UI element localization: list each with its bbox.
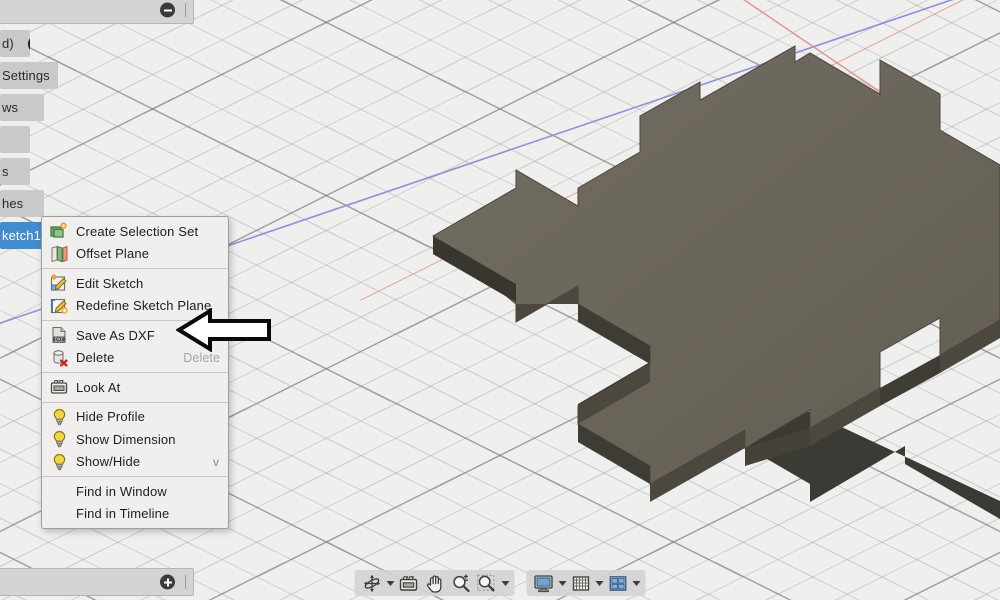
fit-window-icon[interactable] [474,572,500,594]
menu-item-delete[interactable]: Delete Delete [42,347,228,370]
delete-icon [48,348,70,368]
world-axis-x [360,0,1000,301]
menu-separator [42,372,228,373]
sidebar-item-label: Settings [2,68,50,83]
create-selection-set-icon [48,221,70,241]
sidebar-item-label: d) [2,36,14,51]
menu-item-label: Save As DXF [76,327,155,343]
menu-separator [42,320,228,321]
edit-sketch-icon [48,273,70,293]
menu-item-find-in-timeline[interactable]: Find in Timeline [42,503,228,526]
lightbulb-icon [48,429,70,449]
sidebar-item-document[interactable]: d) [0,30,30,57]
menu-item-hide-profile[interactable]: Hide Profile [42,406,228,429]
sidebar-item-label: ws [2,100,19,115]
look-at-camera-icon[interactable] [396,572,422,594]
orbit-dropdown-caret-icon[interactable] [385,572,396,594]
display-settings-monitor-icon[interactable] [531,572,557,594]
menu-item-look-at[interactable]: Look At [42,376,228,399]
orbit-icon[interactable] [359,572,385,594]
svg-text:DXF: DXF [54,337,63,342]
lightbulb-icon [48,407,70,427]
sidebar-item-label: hes [2,196,24,211]
plus-circle-icon[interactable] [160,574,175,590]
submenu-chevron-icon: v [213,454,219,469]
menu-item-show-hide[interactable]: Show/Hide v [42,451,228,474]
sidebar-item-named-views[interactable]: ws [0,94,44,121]
pan-hand-icon[interactable] [422,572,448,594]
panel-resize-grip-bottom[interactable] [185,575,189,589]
viewport-layout-icon[interactable] [605,572,631,594]
navigation-toolbar[interactable] [354,570,646,596]
fit-dropdown-caret-icon[interactable] [500,572,511,594]
sidebar-item-label: s [2,164,9,179]
menu-item-label: Redefine Sketch Plane [76,298,212,314]
radio-target-icon[interactable] [28,34,30,53]
lightbulb-icon [48,452,70,472]
menu-item-label: Show Dimension [76,431,176,447]
sidebar-item-document-settings[interactable]: Settings [0,62,58,89]
browser-panel-bottom-bar[interactable] [0,568,194,596]
dxf-file-icon: DXF [48,325,70,345]
menu-item-label: Edit Sketch [76,275,144,291]
cad-application-window: d) Settings ws s hes ketch1 Create Selec… [0,0,1000,600]
menu-item-label: Show/Hide [76,454,141,470]
menu-item-edit-sketch[interactable]: Edit Sketch [42,272,228,295]
sidebar-item-sketches[interactable]: hes [0,190,44,217]
menu-item-label: Delete [76,350,115,366]
sidebar-item-label: ketch1 [2,228,41,243]
browser-panel-top-bar[interactable] [0,0,194,24]
menu-item-label: Find in Window [76,483,167,499]
sidebar-item-origin[interactable] [0,126,30,153]
menu-item-redefine-sketch-plane[interactable]: Redefine Sketch Plane [42,295,228,318]
layout-dropdown-caret-icon[interactable] [631,572,642,594]
menu-item-shortcut: Delete [183,350,220,365]
redefine-sketch-plane-icon [48,296,70,316]
menu-separator [42,401,228,403]
menu-separator [42,268,228,269]
sidebar-item-bodies[interactable]: s [0,158,30,185]
menu-item-find-in-window[interactable]: Find in Window [42,480,228,503]
look-at-icon [48,377,70,397]
menu-item-create-selection-set[interactable]: Create Selection Set [42,220,228,243]
nav-group-view-controls [354,570,515,596]
grid-snaps-icon[interactable] [568,572,594,594]
menu-item-label: Offset Plane [76,246,150,262]
grid-dropdown-caret-icon[interactable] [594,572,605,594]
offset-plane-icon [48,244,70,264]
menu-item-label: Look At [76,379,121,395]
zoom-magnifier-icon[interactable] [448,572,474,594]
minus-circle-icon[interactable] [160,2,175,18]
menu-item-label: Hide Profile [76,409,145,425]
nav-group-display-controls [526,570,646,596]
menu-item-label: Find in Timeline [76,506,170,522]
panel-resize-grip[interactable] [185,3,189,17]
menu-separator [42,476,228,477]
context-menu[interactable]: Create Selection Set Offset Plane Edit S… [41,216,229,529]
display-dropdown-caret-icon[interactable] [557,572,568,594]
menu-item-save-as-dxf[interactable]: DXF Save As DXF [42,324,228,347]
menu-item-label: Create Selection Set [76,223,199,239]
menu-item-offset-plane[interactable]: Offset Plane [42,243,228,266]
menu-item-show-dimension[interactable]: Show Dimension [42,428,228,451]
